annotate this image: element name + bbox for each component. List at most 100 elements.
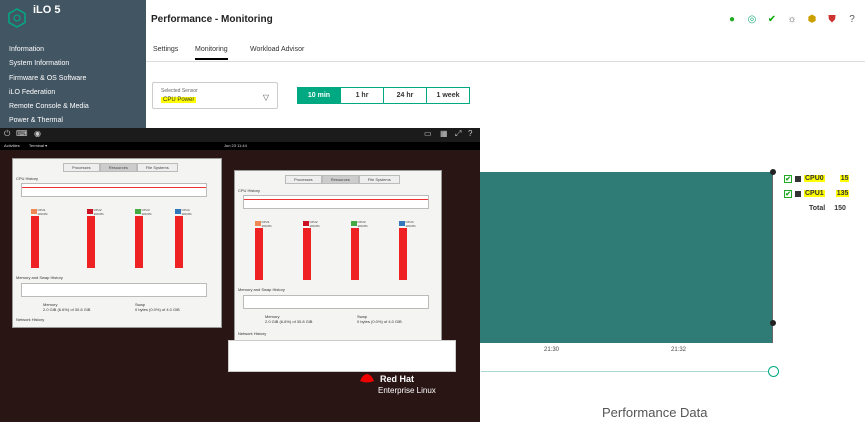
terminal-menu[interactable]: Terminal ▾ (29, 143, 47, 148)
net-history-label: Network History (16, 317, 45, 322)
cpu-graph (243, 195, 429, 209)
tab-file-systems[interactable]: File Systems (358, 175, 400, 184)
sensor-label: Selected Sensor (161, 88, 198, 94)
sidebar-item-remote-console[interactable]: Remote Console & Media (9, 100, 89, 114)
legend-swatch (795, 175, 801, 182)
cpu-swatch-column (175, 216, 183, 268)
health-icon[interactable]: ● (726, 13, 738, 25)
sidebar-item-power-thermal[interactable]: Power & Thermal (9, 114, 89, 128)
cpu-history-label: CPU History (238, 188, 261, 193)
tab-settings[interactable]: Settings (153, 46, 178, 53)
legend-value: 15 (839, 175, 850, 182)
time-range-selector: 10 min 1 hr 24 hr 1 week (297, 87, 470, 104)
memory-value: 2.0 GiB (6.6%) of 30.8 GiB (43, 307, 91, 312)
cpu-swatch-column (255, 228, 263, 280)
check-icon[interactable]: ✔ (766, 13, 778, 25)
sidebar-item-system-information[interactable]: System Information (9, 57, 89, 71)
chart-edge (772, 172, 773, 343)
gnome-top-bar: Activities Terminal ▾ Jun 23 11:44 (0, 142, 480, 150)
sun-icon[interactable]: ☼ (786, 13, 798, 25)
sidebar-item-ilo-federation[interactable]: iLO Federation (9, 86, 89, 100)
checkbox-checked-icon[interactable]: ✔ (784, 189, 792, 198)
keyboard-icon[interactable]: ⌨ (16, 129, 28, 138)
brand-title: iLO 5 (33, 4, 61, 16)
sensor-value: CPU Power (161, 97, 197, 103)
x-tick-label: 21:32 (671, 347, 687, 353)
swap-value: 0 bytes (0.0%) of 4.0 GiB (357, 319, 402, 324)
grid-icon[interactable]: ▦ (440, 129, 448, 138)
legend-item-cpu1[interactable]: ✔ CPU1 135 (784, 186, 850, 201)
sensor-select[interactable]: Selected Sensor CPU Power ▽ (152, 82, 278, 109)
tab-workload-advisor[interactable]: Workload Advisor (250, 46, 304, 53)
sysmon-tabs: Processes Resources File Systems (63, 163, 178, 172)
mem-graph (21, 283, 207, 297)
sidebar-item-information[interactable]: Information (9, 43, 89, 57)
legend-swatch (795, 190, 801, 197)
tab-resources[interactable]: Resources (321, 175, 359, 184)
cpu-entry: CPU2 100.0% (303, 220, 327, 228)
mem-history-label: Memory and Swap History (16, 275, 63, 280)
cpu-entry: CPU3 100.0% (135, 208, 159, 216)
swap-value: 0 bytes (0.0%) of 4.0 GiB (135, 307, 180, 312)
time-slider-handle[interactable] (768, 366, 779, 377)
sidebar-menu: Information System Information Firmware … (9, 43, 89, 129)
memory-value: 2.0 GiB (6.6%) of 30.8 GiB (265, 319, 313, 324)
target-icon[interactable]: ◎ (746, 13, 758, 25)
help-icon[interactable]: ? (468, 129, 472, 138)
expand-icon[interactable]: ⤢ (455, 129, 461, 139)
total-value: 150 (834, 205, 846, 212)
disc-icon[interactable]: ◉ (34, 129, 41, 138)
shield-icon[interactable]: ⛊ (826, 13, 838, 25)
ilo-logo-icon (8, 8, 26, 28)
tab-monitoring[interactable]: Monitoring (195, 46, 228, 60)
range-1week-button[interactable]: 1 week (426, 87, 470, 104)
chart-point-top[interactable] (770, 169, 776, 175)
chart-title: Performance Data (602, 405, 708, 420)
sidebar-item-firmware[interactable]: Firmware & OS Software (9, 72, 89, 86)
mem-history-label: Memory and Swap History (238, 287, 285, 292)
tab-processes[interactable]: Processes (285, 175, 322, 184)
window-icon[interactable]: ▭ (424, 129, 432, 138)
tab-processes[interactable]: Processes (63, 163, 100, 172)
tab-file-systems[interactable]: File Systems (136, 163, 178, 172)
clock: Jun 23 11:44 (224, 143, 247, 148)
help-icon[interactable]: ? (846, 13, 858, 25)
cpu-swatch-column (135, 216, 143, 268)
legend-value: 135 (835, 190, 850, 197)
cpu-entry: CPU4 100.0% (399, 220, 423, 228)
chart-legend: ✔ CPU0 15 ✔ CPU1 135 Total 150 (784, 171, 850, 216)
cpu-entry: CPU4 100.0% (175, 208, 199, 216)
legend-name: CPU0 (804, 175, 825, 182)
cpu-entry: CPU3 100.0% (351, 220, 375, 228)
cpu-swatch-column (303, 228, 311, 280)
net-history-label: Network History (238, 331, 267, 336)
tab-resources[interactable]: Resources (99, 163, 137, 172)
tab-bar: Settings Monitoring Workload Advisor (146, 40, 865, 62)
system-monitor-window[interactable]: Processes Resources File Systems CPU His… (12, 158, 222, 328)
cpu-history-label: CPU History (16, 176, 39, 181)
status-icons: ● ◎ ✔ ☼ ⬢ ⛊ ? (726, 13, 858, 25)
console-toolbar: ⏻ ⌨ ◉ ▭ ▦ ⤢ ? (0, 128, 480, 142)
time-slider-track[interactable] (481, 371, 769, 372)
range-10min-button[interactable]: 10 min (297, 87, 341, 104)
chart-area-series (472, 172, 773, 343)
checkbox-checked-icon[interactable]: ✔ (784, 174, 792, 183)
console-blank-panel (228, 340, 456, 372)
system-monitor-window[interactable]: Processes Resources File Systems CPU His… (234, 170, 442, 342)
chart-point-bottom[interactable] (770, 320, 776, 326)
cpu-graph (21, 183, 207, 197)
page-title: Performance - Monitoring (151, 14, 273, 25)
redhat-product: Enterprise Linux (378, 386, 436, 395)
power-icon[interactable]: ⏻ (4, 129, 10, 139)
range-1hr-button[interactable]: 1 hr (340, 87, 384, 104)
range-24hr-button[interactable]: 24 hr (383, 87, 427, 104)
legend-item-cpu0[interactable]: ✔ CPU0 15 (784, 171, 850, 186)
sidebar: iLO 5 Information System Information Fir… (0, 0, 146, 130)
gear-icon[interactable]: ⬢ (806, 13, 818, 25)
legend-total: Total 150 (784, 201, 849, 216)
cpu-entry: CPU1 100.0% (31, 208, 55, 216)
sysmon-tabs: Processes Resources File Systems (285, 175, 400, 184)
redhat-brand: Red Hat (380, 374, 415, 384)
activities-button[interactable]: Activities (4, 143, 20, 148)
cpu-swatch-column (351, 228, 359, 280)
